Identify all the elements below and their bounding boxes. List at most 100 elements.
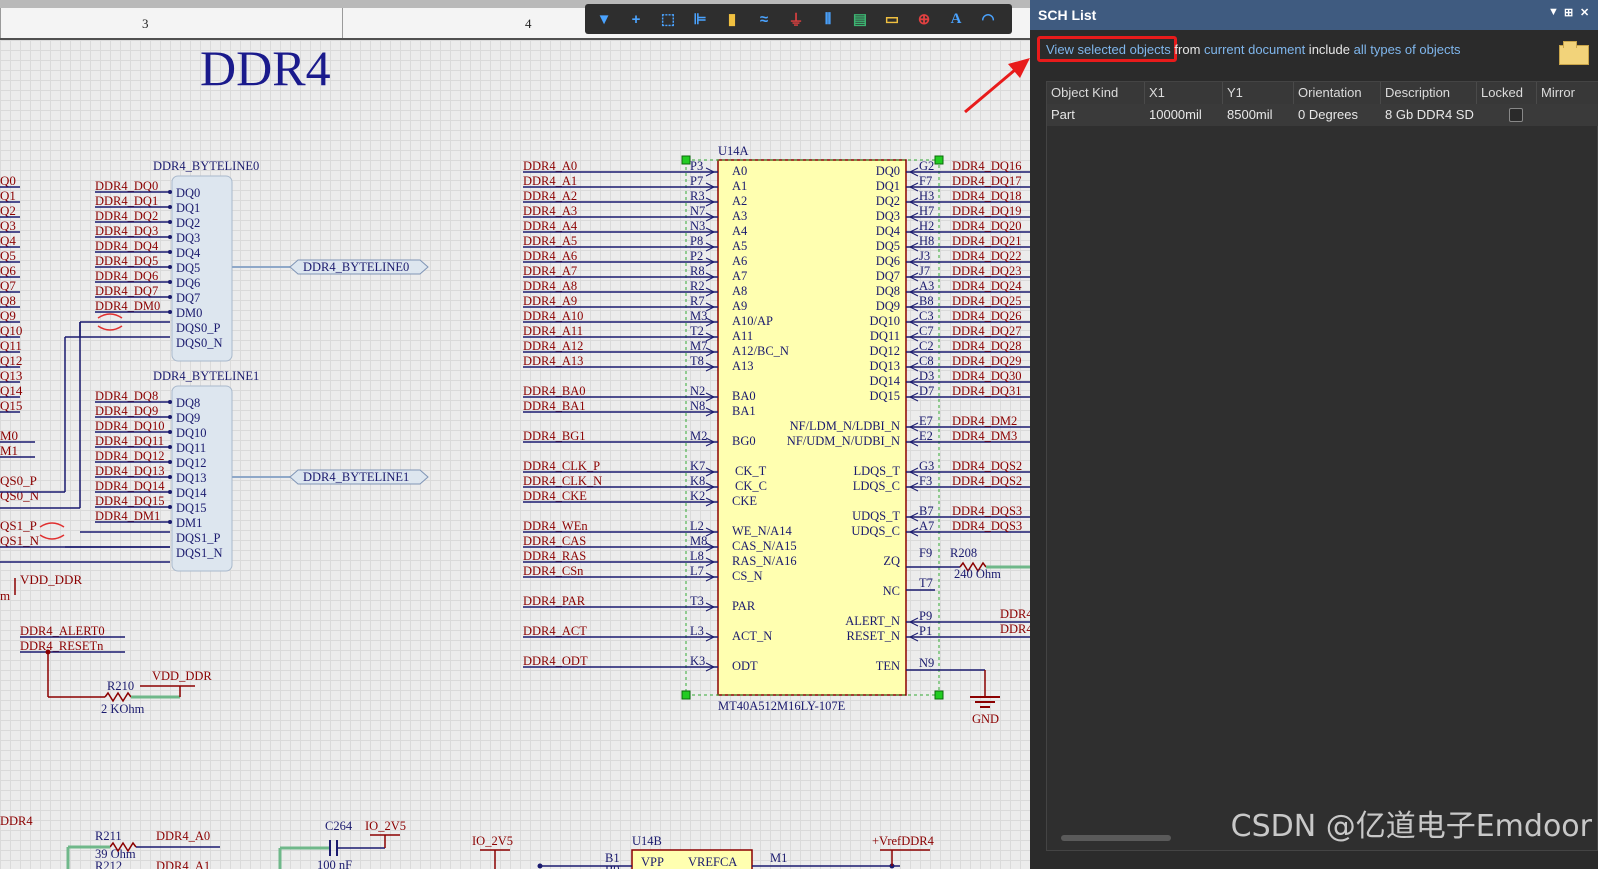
add-icon[interactable]: + xyxy=(623,7,649,31)
schematic-drawing[interactable]: DDR4Q0Q1Q2Q3Q4Q5Q6Q7Q8Q9Q10Q11Q12Q13Q14Q… xyxy=(0,38,1030,869)
byteline1-pin-6: DQ14 xyxy=(176,486,207,500)
pin-number: H3 xyxy=(919,189,934,203)
byteline1-pin-7: DQ15 xyxy=(176,501,207,515)
col-x1[interactable]: X1 xyxy=(1149,85,1165,100)
component-icon[interactable]: ▤ xyxy=(847,7,873,31)
pin-name: DQ0 xyxy=(876,164,900,178)
pin-name: A7 xyxy=(732,269,747,283)
watermark: CSDN @亿道电子Emdoor xyxy=(1230,809,1592,844)
place-part-icon[interactable]: ▮ xyxy=(719,7,745,31)
pin-name: CKE xyxy=(732,494,757,508)
ground-icon[interactable]: ⏚ xyxy=(783,7,809,31)
col-mirror[interactable]: Mirror xyxy=(1541,85,1575,100)
pin-name: NF/UDM_N/UDBI_N xyxy=(787,434,900,448)
pin-number: M3 xyxy=(690,309,707,323)
edge-dq-label: Q11 xyxy=(0,338,22,353)
edge-dq-label: Q14 xyxy=(0,383,23,398)
ruler-col-4: 4 xyxy=(525,16,532,31)
pin-name: DQ13 xyxy=(869,359,900,373)
folder-icon[interactable] xyxy=(1559,41,1589,65)
pin-number: A3 xyxy=(919,279,934,293)
pin-name: DQ9 xyxy=(876,299,900,313)
byteline0-pin-2: DQ2 xyxy=(176,216,200,230)
u14a-left-net-bg: DDR4_BG1 xyxy=(523,429,586,443)
align-icon[interactable]: ⊫ xyxy=(687,7,713,31)
edge-dq-label: Q7 xyxy=(0,278,16,293)
u14a-right-net-ldqs0: DDR4_DQS2 xyxy=(952,459,1022,473)
u14a-right-net-3: DDR4_DQ19 xyxy=(952,204,1021,218)
pin-name: UDQS_T xyxy=(852,509,900,523)
pin-name: A4 xyxy=(732,224,748,238)
pin-number: H2 xyxy=(919,219,934,233)
pin-number: C3 xyxy=(919,309,934,323)
reset-net-r: DDR4 xyxy=(1000,622,1030,636)
byteline0-net-5: DDR4_DQ5 xyxy=(95,254,158,268)
panel-menu-icon[interactable]: ▼ xyxy=(1548,6,1559,18)
io2v5-b: IO_2V5 xyxy=(472,834,513,848)
pin-name: DQ8 xyxy=(876,284,900,298)
scrollbar-thumb[interactable] xyxy=(1061,835,1171,841)
pin-name: ALERT_N xyxy=(845,614,900,628)
pin-number: B7 xyxy=(919,504,934,518)
pin-name: DQ6 xyxy=(876,254,900,268)
byteline0-pin-4: DQ4 xyxy=(176,246,201,260)
port-icon[interactable]: ⊕ xyxy=(911,7,937,31)
pin-name: DQ10 xyxy=(869,314,900,328)
alert-net: DDR4_ALERT0 xyxy=(20,624,105,638)
u14a-part: MT40A512M16LY-107E xyxy=(718,699,846,713)
pin-name: ACT_N xyxy=(732,629,772,643)
wire-icon[interactable]: ≈ xyxy=(751,7,777,31)
byteline0-pin-5: DQ5 xyxy=(176,261,200,275)
junction-dot xyxy=(168,430,172,434)
u14a-left-net-3: DDR4_A3 xyxy=(523,204,577,218)
col-orientation[interactable]: Orientation xyxy=(1298,85,1362,100)
pin-number: H7 xyxy=(919,204,934,218)
bottom-ddr4: DDR4 xyxy=(0,814,33,828)
pin-name: NF/LDM_N/LDBI_N xyxy=(790,419,900,433)
col-object-kind[interactable]: Object Kind xyxy=(1051,85,1118,100)
byteline0-net-7: DDR4_DQ7 xyxy=(95,284,158,298)
arc-icon[interactable]: ◠ xyxy=(975,7,1001,31)
r211-net: DDR4_A0 xyxy=(156,829,210,843)
byteline0-net-3: DDR4_DQ3 xyxy=(95,224,158,238)
junction-dot xyxy=(168,190,172,194)
byteline1-net-0: DDR4_DQ8 xyxy=(95,389,158,403)
edge-dq-label: Q6 xyxy=(0,263,16,278)
schematic-canvas[interactable]: 3 4 DDR4 Q0 Q1 Q2 Q3 Q4 Q5 Q6 Q7 Q8 Q9 Q10 Q11 Q12 Q13… xyxy=(0,0,1030,869)
filter-icon[interactable]: ▼ xyxy=(591,7,617,31)
pin-number: M1 xyxy=(770,851,787,865)
u14a-left-net-ba0: DDR4_BA0 xyxy=(523,384,586,398)
locked-checkbox[interactable] xyxy=(1509,108,1523,122)
reset-net: DDR4_RESETn xyxy=(20,639,104,653)
col-locked[interactable]: Locked xyxy=(1481,85,1523,100)
pin-number: L7 xyxy=(690,564,704,578)
panel-close-icon[interactable]: ✕ xyxy=(1580,6,1589,19)
u14a-right-net-15: DDR4_DQ31 xyxy=(952,384,1021,398)
net-label-icon[interactable]: ▭ xyxy=(879,7,905,31)
text-icon[interactable]: A xyxy=(943,7,969,31)
bus-icon[interactable]: ⫴ xyxy=(815,7,841,31)
pin-name: DQ5 xyxy=(876,239,900,253)
pin-name: CK_C xyxy=(735,479,767,493)
table-row[interactable]: Part 10000mil 8500mil 0 Degrees 8 Gb DDR… xyxy=(1047,104,1598,126)
pin-name: WE_N/A14 xyxy=(732,524,792,538)
pin-number: E2 xyxy=(919,429,933,443)
byteline1-pin-10: DQS1_N xyxy=(176,546,223,560)
sch-list-panel: SCH List ▼ ⊞ ✕ View selected objects fro… xyxy=(1030,0,1598,869)
col-y1[interactable]: Y1 xyxy=(1227,85,1243,100)
cell-x1: 10000mil xyxy=(1149,107,1202,122)
byteline0-net-1: DDR4_DQ1 xyxy=(95,194,158,208)
u14a-right-net-dm0: DDR4_DM2 xyxy=(952,414,1017,428)
current-document-link[interactable]: current document xyxy=(1204,42,1305,57)
select-rect-icon[interactable]: ⬚ xyxy=(655,7,681,31)
u14a-right-net-14: DDR4_DQ30 xyxy=(952,369,1021,383)
pin-name: ZQ xyxy=(883,554,900,568)
object-list-grid[interactable]: Object Kind X1 Y1 Orientation Descriptio… xyxy=(1046,81,1598,851)
pin-number: R3 xyxy=(690,189,705,203)
r210-ref: R210 xyxy=(107,679,134,693)
view-selected-link[interactable]: View selected objects xyxy=(1046,42,1171,57)
pin-name: BA0 xyxy=(732,389,756,403)
object-types-link[interactable]: all types of objects xyxy=(1354,42,1461,57)
panel-pin-icon[interactable]: ⊞ xyxy=(1564,6,1573,19)
col-description[interactable]: Description xyxy=(1385,85,1450,100)
